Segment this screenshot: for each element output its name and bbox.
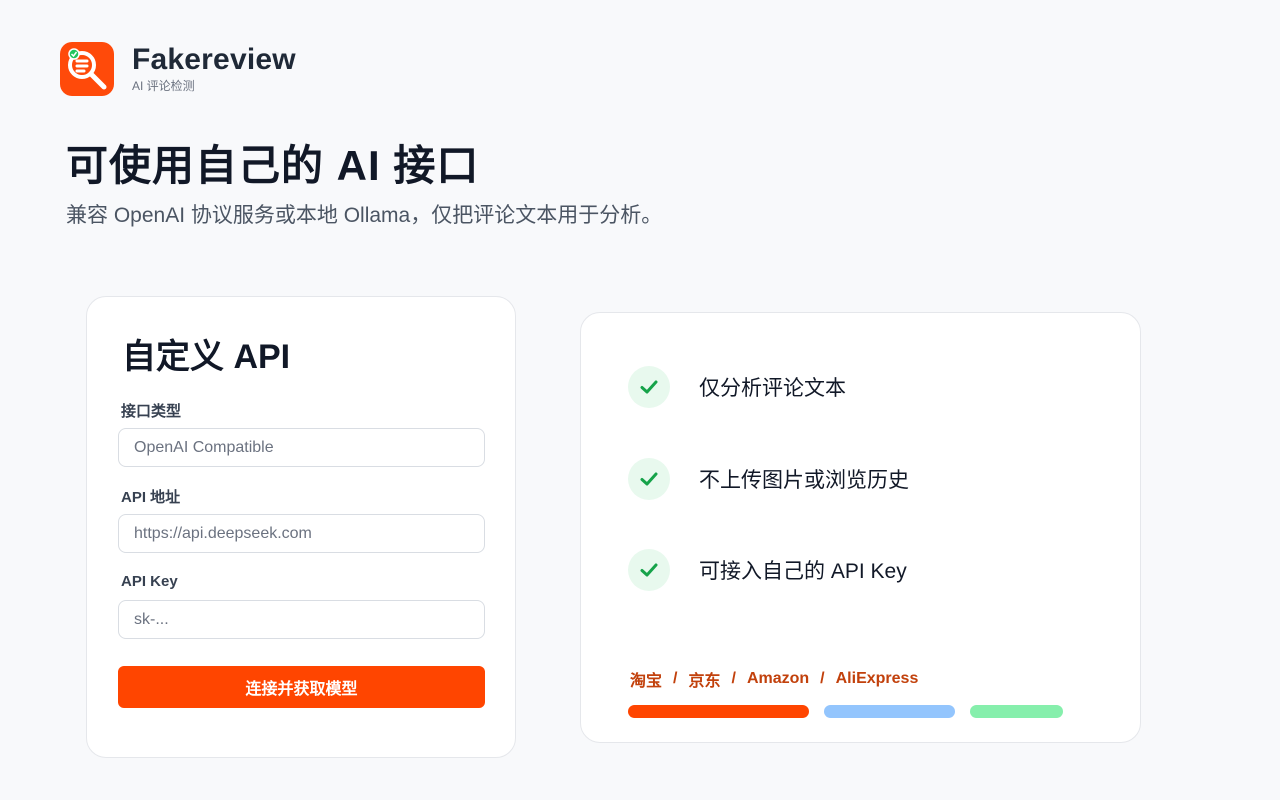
page-title: 可使用自己的 AI 接口 — [66, 142, 480, 189]
api-url-label: API 地址 — [121, 489, 181, 506]
api-url-input[interactable] — [118, 514, 485, 553]
feature-text: 仅分析评论文本 — [699, 377, 846, 400]
brand-subtitle: AI 评论检测 — [132, 79, 195, 93]
decor-bar-blue — [824, 705, 955, 718]
platform-separator: / — [673, 670, 678, 687]
feature-item: 可接入自己的 API Key — [628, 549, 907, 591]
decor-bar-orange — [628, 705, 809, 718]
api-type-label: 接口类型 — [121, 403, 182, 420]
platform-amazon: Amazon — [746, 670, 810, 687]
magnifier-list-icon — [60, 42, 114, 96]
custom-api-card: 自定义 API 接口类型 API 地址 API Key 连接并获取模型 — [86, 296, 516, 758]
decor-bar-green — [970, 705, 1063, 718]
page-subtitle: 兼容 OpenAI 协议服务或本地 Ollama，仅把评论文本用于分析。 — [66, 204, 663, 227]
connect-fetch-models-button[interactable]: 连接并获取模型 — [118, 666, 485, 708]
platform-taobao: 淘宝 — [630, 673, 663, 690]
api-type-input[interactable] — [118, 428, 485, 467]
feature-item: 不上传图片或浏览历史 — [628, 458, 909, 500]
feature-text: 不上传图片或浏览历史 — [699, 469, 909, 492]
brand-text: Fakereview AI 评论检测 — [132, 44, 296, 94]
platform-jd: 京东 — [688, 673, 721, 690]
check-icon — [628, 458, 670, 500]
platform-separator: / — [731, 670, 736, 687]
feature-text: 可接入自己的 API Key — [699, 560, 907, 583]
brand-name: Fakereview — [132, 43, 296, 76]
api-key-input[interactable] — [118, 600, 485, 639]
feature-item: 仅分析评论文本 — [628, 366, 846, 408]
brand-header: Fakereview AI 评论检测 — [60, 42, 296, 96]
api-key-label: API Key — [121, 573, 178, 590]
platform-separator: / — [820, 670, 825, 687]
features-card: 仅分析评论文本 不上传图片或浏览历史 可接入自己的 API Key 淘宝 / 京… — [580, 312, 1141, 743]
platform-list: 淘宝 / 京东 / Amazon / AliExpress — [630, 667, 918, 691]
card-title: 自定义 API — [122, 338, 291, 376]
check-icon — [628, 549, 670, 591]
check-icon — [628, 366, 670, 408]
platform-aliexpress: AliExpress — [835, 670, 919, 687]
page: Fakereview AI 评论检测 可使用自己的 AI 接口 兼容 OpenA… — [0, 0, 1280, 800]
